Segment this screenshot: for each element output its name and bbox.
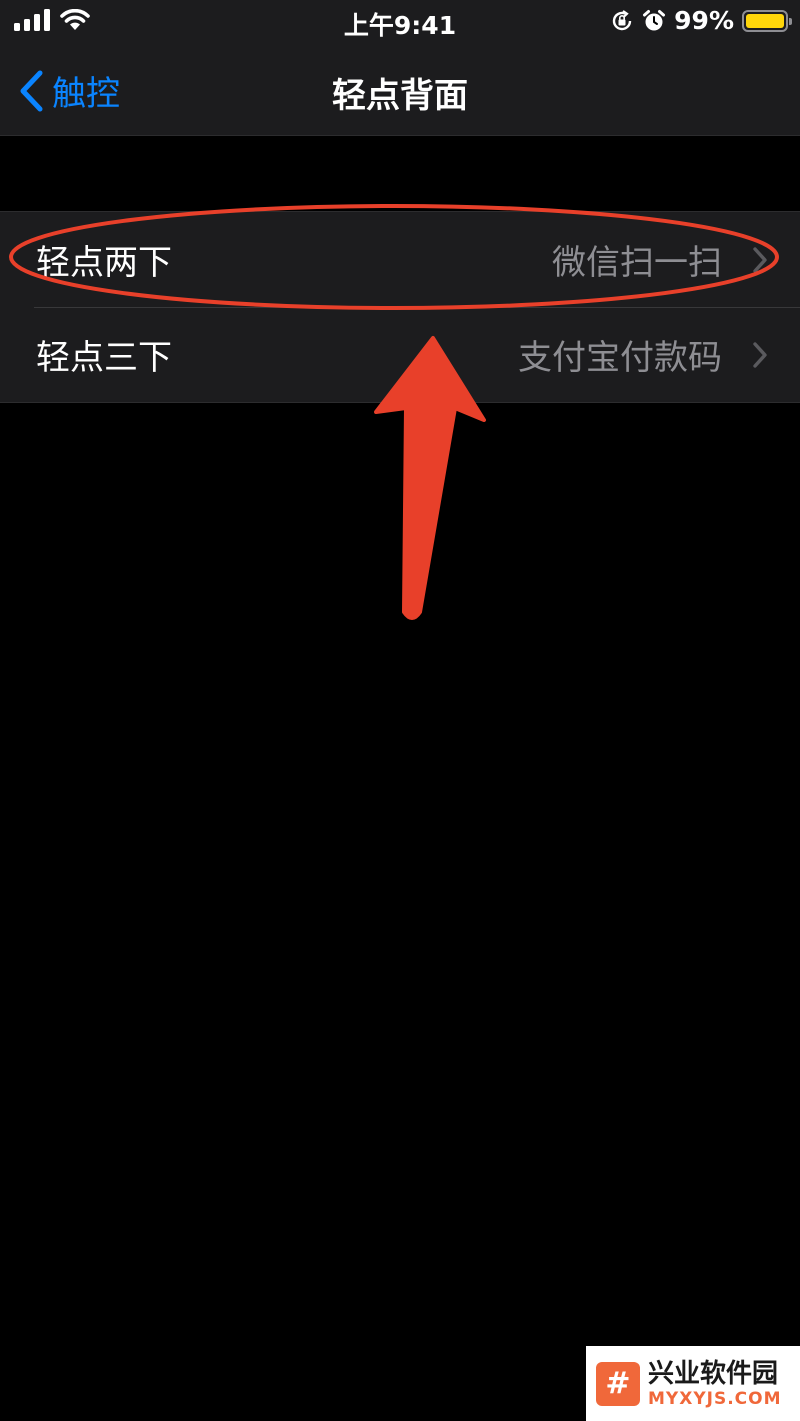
navigation-bar: 触控 轻点背面: [0, 44, 800, 136]
alarm-icon: [643, 9, 666, 30]
chevron-right-icon: [753, 247, 767, 273]
list-item-value: 微信扫一扫: [552, 243, 722, 283]
list-item-value: 支付宝付款码: [518, 338, 722, 378]
watermark-name-en: MYXYJS.COM: [648, 1388, 782, 1409]
battery-level-fill: [746, 13, 784, 28]
battery-percentage: 99%: [674, 6, 734, 35]
list-item-double-tap[interactable]: 轻点两下 微信扫一扫: [0, 212, 800, 307]
status-right: 99%: [610, 6, 792, 35]
watermark-text: 兴业软件园 MYXYJS.COM: [648, 1359, 782, 1409]
list-item-triple-tap[interactable]: 轻点三下 支付宝付款码: [0, 307, 800, 402]
list-item-label: 轻点三下: [36, 338, 172, 378]
battery-icon: [742, 9, 792, 32]
page-title: 轻点背面: [332, 76, 468, 116]
watermark: # 兴业软件园 MYXYJS.COM: [586, 1346, 800, 1421]
tap-options-list: 轻点两下 微信扫一扫 轻点三下 支付宝付款码: [0, 211, 800, 403]
chevron-right-icon: [753, 342, 767, 368]
list-item-label: 轻点两下: [36, 243, 172, 283]
watermark-logo-icon: #: [596, 1361, 640, 1406]
status-bar: 上午9:41 99%: [0, 0, 800, 44]
rotation-lock-icon: [612, 9, 632, 30]
watermark-name-cn: 兴业软件园: [648, 1358, 779, 1389]
